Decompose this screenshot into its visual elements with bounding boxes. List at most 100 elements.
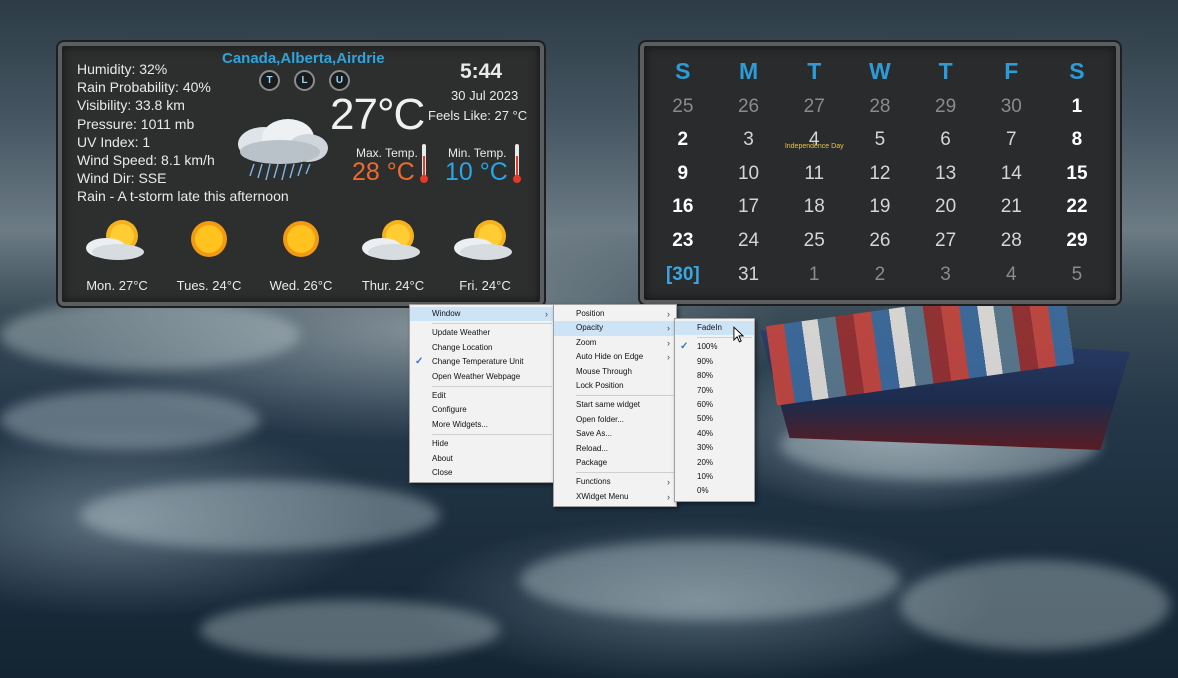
menu-item-update-weather[interactable]: Update Weather	[410, 326, 554, 340]
calendar-day[interactable]: 4 Independence Day	[781, 123, 847, 157]
calendar-day[interactable]: 1	[1044, 90, 1110, 124]
menu-item-label: 100%	[697, 342, 718, 352]
calendar-day[interactable]: 14	[978, 157, 1044, 191]
day-number: 29	[935, 95, 957, 117]
window-menu-item-zoom[interactable]: Zoom ›	[554, 336, 676, 350]
calendar-day[interactable]: 31	[716, 258, 782, 292]
opacity-menu-item-10[interactable]: 10%	[675, 470, 754, 484]
opacity-menu-item-60[interactable]: 60%	[675, 398, 754, 412]
menu-item-more-widgets[interactable]: More Widgets...	[410, 418, 554, 432]
opacity-menu-item-40[interactable]: 40%	[675, 427, 754, 441]
menu-item-change-temperature-unit[interactable]: ✓ Change Temperature Unit	[410, 355, 554, 369]
window-menu-item-mouse-through[interactable]: Mouse Through	[554, 365, 676, 379]
calendar-day[interactable]: 25	[650, 90, 716, 124]
forecast-row: Mon. 27°C Tues. 24°C Wed. 26°C Thur. 24°…	[72, 216, 532, 296]
calendar-day[interactable]: 1	[781, 258, 847, 292]
calendar-widget[interactable]: S M T W T F S 25 26 27 28 29 30 1 2 3 4 Independence Day 5…	[640, 42, 1120, 304]
window-menu-item-position[interactable]: Position ›	[554, 307, 676, 321]
calendar-day[interactable]: 24	[716, 224, 782, 258]
calendar-day[interactable]: 26	[847, 224, 913, 258]
menu-item-open-weather-webpage[interactable]: Open Weather Webpage	[410, 370, 554, 384]
calendar-day[interactable]: 27	[781, 90, 847, 124]
day-number: 30	[1000, 95, 1022, 117]
calendar-day[interactable]: 5	[1044, 258, 1110, 292]
menu-item-configure[interactable]: Configure	[410, 403, 554, 417]
window-menu-item-auto-hide-on-edge[interactable]: Auto Hide on Edge ›	[554, 350, 676, 364]
calendar-day[interactable]: 30	[978, 90, 1044, 124]
window-menu-item-xwidget-menu[interactable]: XWidget Menu ›	[554, 490, 676, 504]
calendar-day[interactable]: 4	[978, 258, 1044, 292]
day-number: 14	[1000, 162, 1022, 184]
calendar-day[interactable]: 12	[847, 157, 913, 191]
calendar-day[interactable]: 3	[913, 258, 979, 292]
window-menu-item-package[interactable]: Package	[554, 456, 676, 470]
menu-item-change-location[interactable]: Change Location	[410, 341, 554, 355]
day-number: 28	[1000, 229, 1022, 251]
menu-item-hide[interactable]: Hide	[410, 437, 554, 451]
calendar-day[interactable]: 25	[781, 224, 847, 258]
menu-item-label: 10%	[697, 471, 714, 481]
update-button[interactable]: U	[329, 70, 350, 91]
calendar-day[interactable]: 26	[716, 90, 782, 124]
sea-foam	[900, 560, 1170, 650]
calendar-day[interactable]: 17	[716, 190, 782, 224]
calendar-day[interactable]: 7	[978, 123, 1044, 157]
calendar-day[interactable]: 28	[978, 224, 1044, 258]
menu-item-label: Open Weather Webpage	[432, 371, 521, 381]
clock-date: 30 Jul 2023	[451, 88, 519, 103]
calendar-day[interactable]: 11	[781, 157, 847, 191]
calendar-day[interactable]: 29	[1044, 224, 1110, 258]
calendar-day[interactable]: 3	[716, 123, 782, 157]
day-number: 19	[869, 196, 891, 218]
calendar-day[interactable]: 22	[1044, 190, 1110, 224]
calendar-day[interactable]: 8	[1044, 123, 1110, 157]
calendar-day[interactable]: 15	[1044, 157, 1110, 191]
opacity-menu-item-20[interactable]: 20%	[675, 456, 754, 470]
window-menu-item-start-same-widget[interactable]: Start same widget	[554, 398, 676, 412]
calendar-day[interactable]: 9	[650, 157, 716, 191]
calendar-day[interactable]: 20	[913, 190, 979, 224]
opacity-menu-item-30[interactable]: 30%	[675, 441, 754, 455]
calendar-day[interactable]: 13	[913, 157, 979, 191]
weather-widget[interactable]: Humidity: 32% Rain Probability: 40% Visi…	[58, 42, 544, 306]
opacity-menu-item-70[interactable]: 70%	[675, 384, 754, 398]
forecast-label: Tues. 24°C	[176, 278, 242, 293]
opacity-menu-item-0[interactable]: 0%	[675, 484, 754, 498]
calendar-day[interactable]: 18	[781, 190, 847, 224]
opacity-menu-item-90[interactable]: 90%	[675, 355, 754, 369]
location-button[interactable]: L	[294, 70, 315, 91]
calendar-day[interactable]: 23	[650, 224, 716, 258]
calendar-day[interactable]: 2	[650, 123, 716, 157]
calendar-day[interactable]: 5	[847, 123, 913, 157]
location-link[interactable]: Canada,Alberta,Airdrie	[222, 50, 385, 67]
window-menu-item-reload[interactable]: Reload...	[554, 442, 676, 456]
window-menu-item-lock-position[interactable]: Lock Position	[554, 379, 676, 393]
window-menu-item-functions[interactable]: Functions ›	[554, 475, 676, 489]
calendar-day[interactable]: 29	[913, 90, 979, 124]
window-menu-item-open-folder[interactable]: Open folder...	[554, 413, 676, 427]
menu-item-edit[interactable]: Edit	[410, 389, 554, 403]
calendar-day[interactable]: 27	[913, 224, 979, 258]
opacity-menu-item-50[interactable]: 50%	[675, 412, 754, 426]
calendar-day-today[interactable]: [30]	[650, 258, 716, 292]
window-menu-item-save-as[interactable]: Save As...	[554, 427, 676, 441]
calendar-day[interactable]: 10	[716, 157, 782, 191]
chevron-right-icon: ›	[667, 477, 670, 488]
calendar-day[interactable]: 6	[913, 123, 979, 157]
feels-like: Feels Like: 27 °C	[428, 108, 528, 123]
opacity-menu-item-80[interactable]: 80%	[675, 369, 754, 383]
checkmark-icon: ✓	[415, 356, 424, 368]
temperature-unit-button[interactable]: T	[259, 70, 280, 91]
menu-item-close[interactable]: Close	[410, 466, 554, 480]
calendar-day[interactable]: 16	[650, 190, 716, 224]
calendar-day[interactable]: 19	[847, 190, 913, 224]
menu-item-window[interactable]: Window ›	[410, 307, 554, 322]
window-menu-item-opacity[interactable]: Opacity ›	[554, 321, 676, 336]
menu-item-label: Lock Position	[576, 380, 624, 390]
calendar-day[interactable]: 2	[847, 258, 913, 292]
window-submenu: Position › Opacity › Zoom › Auto Hide on Edge ›…	[553, 304, 677, 508]
calendar-day[interactable]: 21	[978, 190, 1044, 224]
menu-item-about[interactable]: About	[410, 452, 554, 466]
day-number: 16	[672, 196, 694, 218]
calendar-day[interactable]: 28	[847, 90, 913, 124]
